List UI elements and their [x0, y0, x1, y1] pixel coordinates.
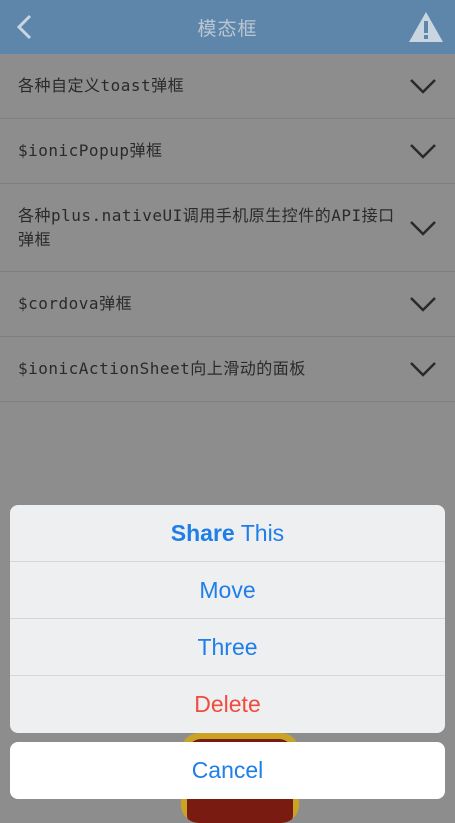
list-item-label: $ionicActionSheet向上滑动的面板 [18, 359, 306, 378]
warning-button[interactable] [407, 9, 445, 45]
back-button[interactable] [6, 8, 42, 46]
chevron-down-icon [410, 220, 436, 236]
page-title: 模态框 [197, 17, 258, 40]
list-item-toast[interactable]: 各种自定义toast弹框 [0, 54, 455, 119]
chevron-down-icon [410, 144, 436, 159]
chevron-down-icon [410, 79, 436, 94]
list-item-action-sheet[interactable]: $ionicActionSheet向上滑动的面板 [0, 337, 455, 402]
chevron-down-icon [410, 297, 436, 312]
list-item-label: $cordova弹框 [18, 294, 133, 313]
chevron-down-icon [410, 362, 436, 377]
list-item-native-ui[interactable]: 各种plus.nativeUI调用手机原生控件的API接口弹框 [0, 184, 455, 272]
cancel-button[interactable]: Cancel [10, 742, 445, 799]
warning-triangle-icon [409, 12, 443, 42]
list-item-label: $ionicPopup弹框 [18, 141, 163, 160]
delete-button[interactable]: Delete [10, 676, 445, 733]
share-bold-label: Share [170, 519, 235, 546]
header-bar: 模态框 [0, 0, 455, 54]
list-item-cordova[interactable]: $cordova弹框 [0, 272, 455, 337]
share-rest-label: This [240, 519, 285, 546]
chevron-left-icon [16, 14, 32, 40]
action-sheet: Share This Move Three Delete [10, 505, 445, 733]
list-item-label: 各种plus.nativeUI调用手机原生控件的API接口弹框 [18, 205, 395, 249]
list-item-ionic-popup[interactable]: $ionicPopup弹框 [0, 119, 455, 184]
list-item-label: 各种自定义toast弹框 [18, 76, 185, 95]
share-this-button[interactable]: Share This [10, 505, 445, 562]
three-button[interactable]: Three [10, 619, 445, 676]
menu-list: 各种自定义toast弹框 $ionicPopup弹框 各种plus.native… [0, 54, 455, 402]
move-button[interactable]: Move [10, 562, 445, 619]
